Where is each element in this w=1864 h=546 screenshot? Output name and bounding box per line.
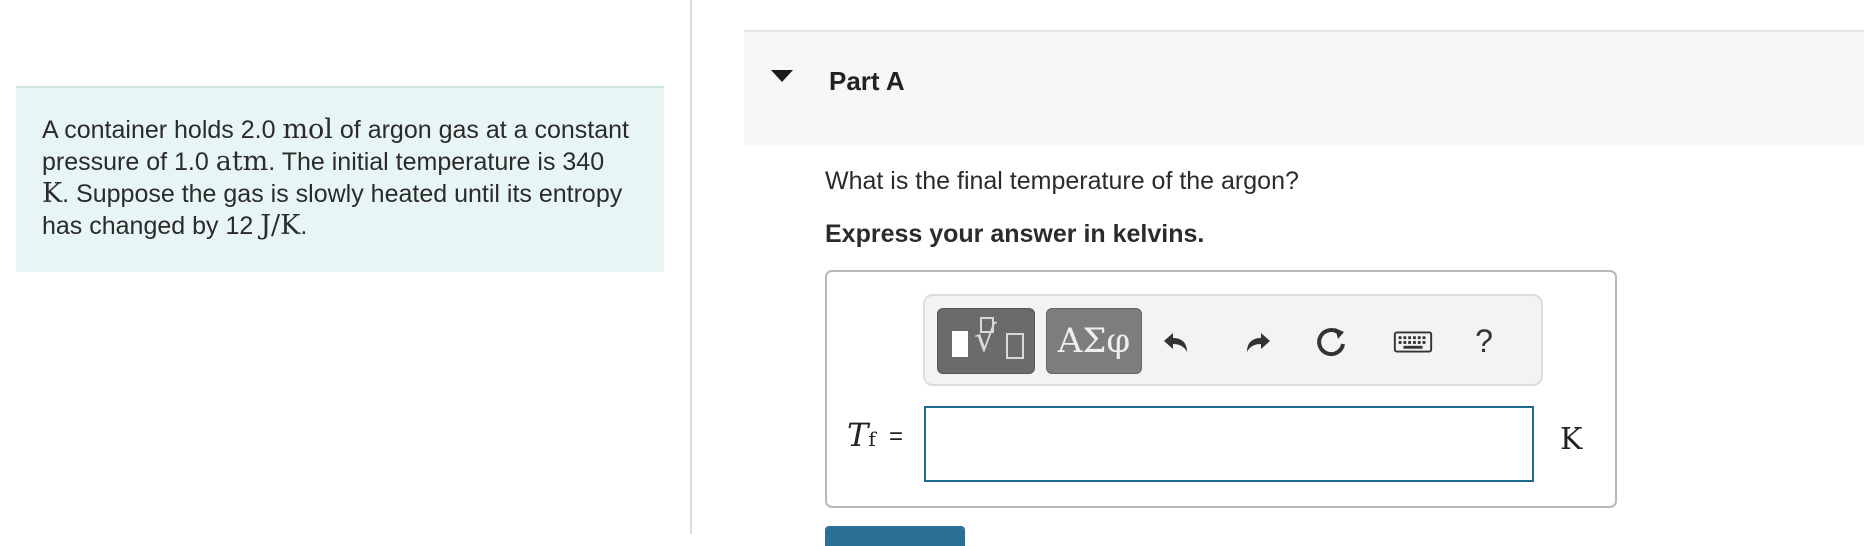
collapse-triangle-icon[interactable] — [771, 70, 793, 82]
answer-input[interactable] — [924, 406, 1534, 482]
templates-icon — [952, 331, 968, 357]
problem-statement: A container holds 2.0 mol of argon gas a… — [16, 86, 664, 272]
templates-button[interactable]: √ — [937, 308, 1035, 374]
answer-panel: √ ΑΣφ ? Tf = K — [825, 270, 1617, 508]
help-button[interactable]: ? — [1469, 316, 1499, 366]
redo-button[interactable] — [1233, 320, 1277, 364]
problem-math: K — [42, 178, 63, 209]
variable-subscript: f — [868, 427, 876, 451]
redo-icon — [1247, 333, 1270, 352]
problem-text: . — [300, 212, 308, 240]
unit-label: K — [1560, 422, 1583, 457]
problem-text: . Suppose the gas is slowly heated until… — [42, 180, 623, 240]
problem-math: mol — [282, 114, 333, 145]
undo-icon — [1164, 333, 1187, 352]
answer-instruction: Express your answer in kelvins. — [825, 220, 1205, 248]
problem-text: A container holds 2.0 — [42, 116, 283, 144]
reset-icon — [1317, 328, 1345, 357]
problem-math: J/K — [260, 210, 301, 241]
part-title: Part A — [829, 66, 905, 96]
greek-letters-button[interactable]: ΑΣφ — [1046, 308, 1142, 374]
part-a-header[interactable]: Part A — [744, 30, 1864, 146]
radical-icon: √ — [974, 319, 997, 360]
equals-sign: = — [889, 423, 904, 450]
keyboard-icon — [1393, 331, 1433, 353]
reset-button[interactable] — [1309, 320, 1353, 364]
problem-math: atm — [215, 146, 269, 177]
problem-text: . The initial temperature is 340 — [268, 148, 605, 176]
template-box-icon — [1006, 333, 1024, 359]
answer-variable-label: Tf — [847, 416, 876, 454]
keyboard-button[interactable] — [1391, 320, 1437, 364]
question-text: What is the final temperature of the arg… — [825, 167, 1299, 195]
math-toolbar: √ ΑΣφ ? — [923, 294, 1543, 386]
undo-button[interactable] — [1157, 320, 1201, 364]
submit-button[interactable] — [825, 526, 965, 546]
pane-divider — [690, 0, 692, 534]
variable-symbol: T — [847, 416, 869, 454]
